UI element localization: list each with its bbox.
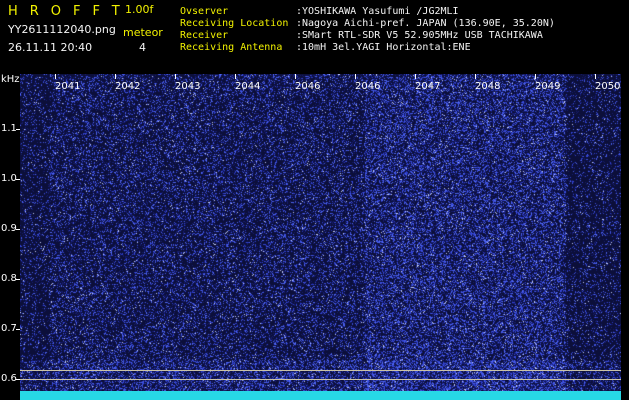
- time-tick-label: 2044: [235, 81, 261, 92]
- time-tick-label: 2048: [475, 81, 501, 92]
- signal-trace: [20, 391, 621, 400]
- time-tick-mark: [415, 74, 416, 79]
- time-tick-mark: [55, 74, 56, 79]
- timestamp: 26.11.11 20:40: [8, 41, 93, 54]
- time-tick-mark: [235, 74, 236, 79]
- info-location-label: Receiving Location: [180, 18, 289, 29]
- time-tick-mark: [175, 74, 176, 79]
- time-tick-label: 2042: [115, 81, 141, 92]
- frequency-axis: kHz 1.1 1.0 0.9 0.8 0.7 0.6: [0, 74, 20, 400]
- right-margin: [621, 74, 629, 400]
- info-location-value: :Nagoya Aichi-pref. JAPAN (136.90E, 35.2…: [296, 18, 555, 29]
- reference-line: [20, 370, 621, 371]
- meteor-count: 4: [139, 41, 146, 54]
- time-tick-mark: [355, 74, 356, 79]
- y-tick-label: 1.0: [1, 173, 17, 184]
- info-receiver-value: :SMart RTL-SDR V5 52.905MHz USB TACHIKAW…: [296, 30, 543, 41]
- info-antenna-label: Receiving Antenna: [180, 42, 283, 53]
- time-tick-label: 2047: [415, 81, 441, 92]
- info-receiver-label: Receiver: [180, 30, 229, 41]
- y-tick-label: 0.8: [1, 273, 17, 284]
- time-tick-label: 2050: [595, 81, 621, 92]
- info-observer-label: Ovserver: [180, 6, 229, 17]
- time-tick-label: 2043: [175, 81, 201, 92]
- file-name: YY2611112040.png: [8, 23, 116, 36]
- time-tick-mark: [475, 74, 476, 79]
- info-observer-value: :YOSHIKAWA Yasufumi /JG2MLI: [296, 6, 459, 17]
- meteor-label: meteor: [123, 26, 163, 39]
- time-tick-label: 2046: [355, 81, 381, 92]
- y-tick-label: 0.9: [1, 223, 17, 234]
- time-tick-label: 2046: [295, 81, 321, 92]
- time-tick-mark: [535, 74, 536, 79]
- time-tick-mark: [115, 74, 116, 79]
- info-antenna-value: :10mH 3el.YAGI Horizontal:ENE: [296, 42, 471, 53]
- time-tick-label: 2041: [55, 81, 81, 92]
- frequency-unit: kHz: [1, 74, 20, 85]
- reference-line: [20, 379, 621, 380]
- header-panel: HROFFT 1.00f YY2611112040.png meteor 26.…: [0, 0, 629, 74]
- app-logo: HROFFT: [8, 4, 132, 19]
- time-tick-mark: [295, 74, 296, 79]
- spectrogram-noise: [20, 74, 621, 400]
- y-tick-label: 1.1: [1, 123, 17, 134]
- spectrogram-panel: 2041 2042 2043 2044 2046 2046 2047 2048 …: [20, 74, 621, 400]
- time-tick-mark: [595, 74, 596, 79]
- y-tick-label: 0.6: [1, 373, 17, 384]
- app-version: 1.00f: [125, 3, 154, 16]
- y-tick-label: 0.7: [1, 323, 17, 334]
- time-tick-label: 2049: [535, 81, 561, 92]
